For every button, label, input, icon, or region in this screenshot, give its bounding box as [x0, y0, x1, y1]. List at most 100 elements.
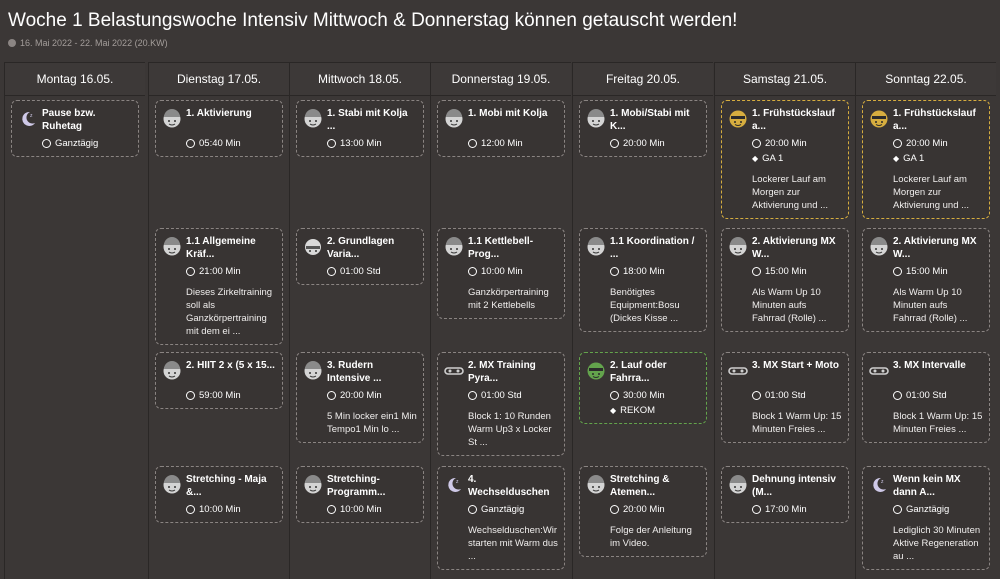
- helmet-icon: [305, 239, 321, 255]
- workout-duration: 01:00 Std: [752, 389, 842, 402]
- workout-title: 3. Rudern Intensive ...: [327, 360, 382, 384]
- workout-duration: 10:00 Min: [186, 503, 276, 516]
- workout-title: Wenn kein MX dann A...: [893, 474, 961, 498]
- workout-duration: 12:00 Min: [468, 137, 558, 150]
- workout-card[interactable]: 2. Lauf oder Fahrra... 30:00 Min ◆ REKOM: [579, 352, 707, 424]
- meta-text: GA 1: [762, 153, 784, 164]
- day-column: Freitag 20.05. 1. Mobi/Stabi mit K... 20:0…: [572, 62, 713, 579]
- workout-card[interactable]: 1. Stabi mit Kolja ... 13:00 Min: [296, 100, 424, 157]
- workout-title: 1. Mobi/Stabi mit K...: [610, 108, 690, 132]
- workout-card[interactable]: z 4. Wechselduschen Ganztägig Wechseldusche…: [437, 466, 565, 570]
- workout-description: Folge der Anleitung im Video.: [610, 525, 692, 549]
- face-icon: [729, 475, 747, 494]
- face-icon: [163, 109, 181, 128]
- moon-icon: z: [448, 477, 461, 492]
- workout-card[interactable]: z Pause bzw. Ruhetag Ganztägig: [11, 100, 139, 157]
- face-icon: [870, 237, 888, 256]
- workout-card[interactable]: 2. Aktivierung MX W... 15:00 Min Als Warm …: [721, 228, 849, 332]
- workout-card[interactable]: Stretching-Programm... 10:00 Min: [296, 466, 424, 523]
- workout-card[interactable]: 2. MX Training Pyra... 01:00 Std Block 1: …: [437, 352, 565, 456]
- workout-card[interactable]: 1.1 Allgemeine Kräf... 21:00 Min Dieses Zi…: [155, 228, 283, 345]
- workout-title: 1. Frühstückslauf a...: [752, 108, 835, 132]
- workout-card[interactable]: 1. Mobi/Stabi mit K... 20:00 Min: [579, 100, 707, 157]
- meta-text: 05:40 Min: [199, 138, 241, 149]
- workout-card[interactable]: Stretching & Atemen... 20:00 Min Folge der…: [579, 466, 707, 557]
- workout-zone: ◆ GA 1: [893, 152, 983, 165]
- week-board: Montag 16.05. z Pause bzw. Ruhetag Ganztägi…: [4, 62, 1000, 579]
- meta-text: 20:00 Min: [906, 138, 948, 149]
- clock-icon: [468, 267, 477, 276]
- face-icon: [445, 237, 463, 256]
- workout-card[interactable]: 1. Frühstückslauf a... 20:00 Min ◆ GA 1 Lock…: [862, 100, 990, 219]
- face-icon: [445, 109, 463, 128]
- workout-card[interactable]: 1. Aktivierung 05:40 Min: [155, 100, 283, 157]
- meta-text: 30:00 Min: [623, 390, 665, 401]
- moon-icon: z: [22, 111, 35, 126]
- workout-card[interactable]: 3. MX Start + Moto 01:00 Std Block 1 Warm …: [721, 352, 849, 443]
- face-icon: [587, 109, 605, 128]
- workout-card[interactable]: 2. Aktivierung MX W... 15:00 Min Als Warm …: [862, 228, 990, 332]
- workout-description: Lockerer Lauf am Morgen zur Aktivierung …: [752, 174, 829, 211]
- meta-text: REKOM: [620, 405, 655, 416]
- goggles-icon: [444, 367, 464, 375]
- workout-card[interactable]: 1.1 Koordination / ... 18:00 Min Benötigte…: [579, 228, 707, 332]
- clock-icon: [468, 391, 477, 400]
- workout-card[interactable]: Stretching - Maja &... 10:00 Min: [155, 466, 283, 523]
- workout-title: Stretching & Atemen...: [610, 474, 670, 498]
- workout-duration: 20:00 Min: [327, 389, 417, 402]
- workout-card[interactable]: 1.1 Kettlebell-Prog... 10:00 Min Ganzkörpe…: [437, 228, 565, 319]
- day-column: Samstag 21.05. 1. Frühstückslauf a... 20:0…: [714, 62, 855, 579]
- goggles-icon: [728, 367, 748, 375]
- workout-duration: 20:00 Min: [610, 503, 700, 516]
- workout-title: 2. MX Training Pyra...: [468, 360, 536, 384]
- workout-title: 2. Aktivierung MX W...: [893, 236, 977, 260]
- workout-description: Wechselduschen:Wir starten mit Warm dus …: [468, 525, 558, 562]
- workout-card[interactable]: 1. Mobi mit Kolja 12:00 Min: [437, 100, 565, 157]
- date-range-text: 16. Mai 2022 - 22. Mai 2022 (20.KW): [20, 38, 168, 48]
- runner-gold-icon: [870, 110, 888, 128]
- day-column: Mittwoch 18.05. 1. Stabi mit Kolja ... 13:…: [289, 62, 430, 579]
- workout-description: Ganzkörpertraining mit 2 Kettlebells: [468, 287, 549, 311]
- workout-card[interactable]: 2. Grundlagen Varia... 01:00 Std: [296, 228, 424, 285]
- meta-text: 17:00 Min: [765, 504, 807, 515]
- workout-duration: Ganztägig: [42, 137, 132, 150]
- workout-duration: 20:00 Min: [610, 137, 700, 150]
- clock-icon: [186, 505, 195, 514]
- workout-description: Als Warm Up 10 Minuten aufs Fahrrad (Rol…: [752, 287, 827, 324]
- moon-icon: z: [873, 477, 886, 492]
- workout-duration: 59:00 Min: [186, 389, 276, 402]
- workout-title: 1. Stabi mit Kolja ...: [327, 108, 408, 132]
- svg-text:z: z: [456, 479, 459, 485]
- workout-description: Block 1 Warm Up: 15 Minuten Freies ...: [893, 411, 983, 435]
- meta-text: 20:00 Min: [623, 504, 665, 515]
- clock-icon: [610, 505, 619, 514]
- day-header: Dienstag 17.05.: [149, 62, 289, 96]
- workout-title: 1. Frühstückslauf a...: [893, 108, 976, 132]
- workout-description: Block 1: 10 Runden Warm Up3 x Locker St …: [468, 411, 552, 448]
- face-icon: [304, 475, 322, 494]
- workout-duration: 10:00 Min: [327, 503, 417, 516]
- meta-text: 20:00 Min: [340, 390, 382, 401]
- workout-card[interactable]: 3. MX Intervalle 01:00 Std Block 1 Warm Up…: [862, 352, 990, 443]
- clock-icon: [752, 391, 761, 400]
- meta-text: 15:00 Min: [765, 266, 807, 277]
- workout-card[interactable]: 2. HIIT 2 x (5 x 15... 59:00 Min: [155, 352, 283, 409]
- meta-text: 59:00 Min: [199, 390, 241, 401]
- clock-icon: [752, 267, 761, 276]
- meta-text: 01:00 Std: [906, 390, 947, 401]
- clock-icon: [327, 139, 336, 148]
- date-range: 16. Mai 2022 - 22. Mai 2022 (20.KW): [8, 38, 168, 48]
- clock-icon: [610, 139, 619, 148]
- meta-text: 13:00 Min: [340, 138, 382, 149]
- workout-card[interactable]: 3. Rudern Intensive ... 20:00 Min 5 Min lo…: [296, 352, 424, 443]
- workout-zone: ◆ GA 1: [752, 152, 842, 165]
- clock-icon: [327, 267, 336, 276]
- workout-card[interactable]: Dehnung intensiv (M... 17:00 Min: [721, 466, 849, 523]
- zone-icon: ◆: [752, 154, 759, 163]
- workout-card[interactable]: z Wenn kein MX dann A... Ganztägig Lediglic…: [862, 466, 990, 570]
- workout-card[interactable]: 1. Frühstückslauf a... 20:00 Min ◆ GA 1 Lock…: [721, 100, 849, 219]
- meta-text: 10:00 Min: [340, 504, 382, 515]
- clock-icon: [752, 139, 761, 148]
- day-header: Samstag 21.05.: [715, 62, 855, 96]
- clock-icon: [468, 139, 477, 148]
